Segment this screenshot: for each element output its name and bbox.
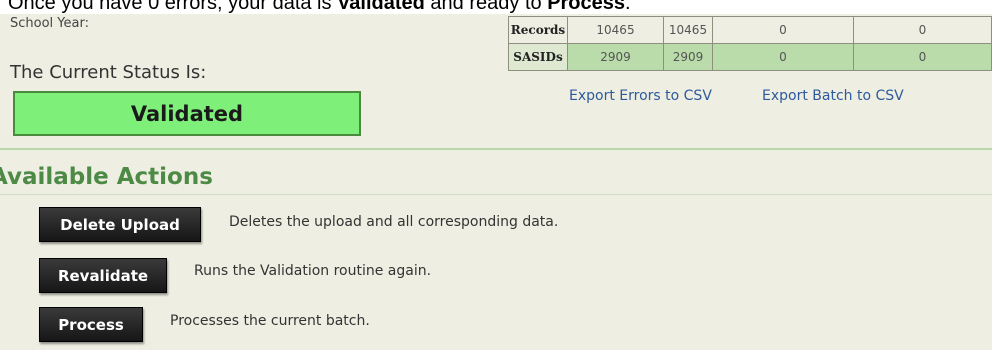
row-header-records: Records bbox=[508, 16, 568, 44]
delete-upload-button[interactable]: Delete Upload bbox=[39, 207, 201, 242]
table-row: Records 10465 10465 0 0 bbox=[508, 16, 992, 44]
revalidate-button[interactable]: Revalidate bbox=[39, 258, 167, 293]
export-errors-link[interactable]: Export Errors to CSV bbox=[569, 88, 712, 104]
table-cell: 0 bbox=[853, 16, 992, 44]
divider bbox=[0, 148, 992, 150]
revalidate-description: Runs the Validation routine again. bbox=[194, 263, 432, 279]
status-value: Validated bbox=[130, 101, 244, 126]
current-status-label: The Current Status Is: bbox=[10, 62, 207, 83]
upload-status-panel: School Year: The Current Status Is: Vali… bbox=[0, 14, 992, 350]
table-cell: 0 bbox=[853, 43, 992, 71]
export-batch-link[interactable]: Export Batch to CSV bbox=[762, 88, 904, 104]
table-cell: 2909 bbox=[567, 43, 664, 71]
available-actions-heading: Available Actions bbox=[0, 164, 213, 190]
caption-suffix: . bbox=[625, 0, 631, 14]
table-cell: 0 bbox=[712, 43, 854, 71]
table-cell: 0 bbox=[712, 16, 854, 44]
school-year-label: School Year: bbox=[10, 16, 89, 31]
caption-action-word: Process bbox=[547, 0, 626, 14]
table-row: SASIDs 2909 2909 0 0 bbox=[508, 43, 992, 71]
table-cell: 2909 bbox=[663, 43, 713, 71]
process-button[interactable]: Process bbox=[39, 307, 143, 342]
caption-middle: and ready to bbox=[424, 0, 548, 14]
divider bbox=[0, 194, 992, 195]
table-cell: 10465 bbox=[663, 16, 713, 44]
table-cell: 10465 bbox=[567, 16, 664, 44]
delete-upload-description: Deletes the upload and all corresponding… bbox=[229, 214, 559, 230]
caption-prefix: Once you have 0 errors, your data is bbox=[8, 0, 338, 14]
row-header-sasids: SASIDs bbox=[508, 43, 568, 71]
process-description: Processes the current batch. bbox=[170, 313, 370, 329]
status-badge: Validated bbox=[13, 91, 361, 136]
caption-status-word: Validated bbox=[337, 0, 425, 14]
instruction-caption: Once you have 0 errors, your data is Val… bbox=[0, 0, 992, 14]
counts-table: Records 10465 10465 0 0 SASIDs 2909 2909… bbox=[508, 16, 992, 71]
